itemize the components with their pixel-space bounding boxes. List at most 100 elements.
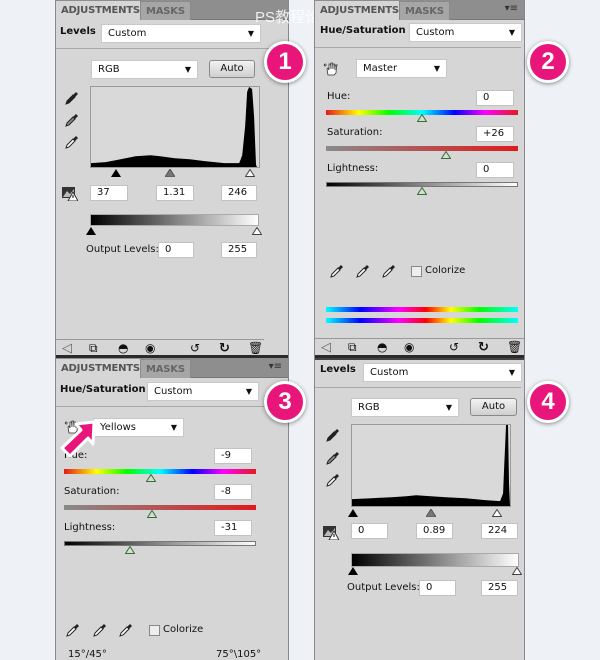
range-end-label: 75°\105° — [216, 649, 262, 660]
hue-field[interactable]: 0 — [476, 90, 514, 106]
lightness-slider-thumb[interactable] — [125, 546, 135, 554]
eyedropper-gray-icon[interactable] — [65, 113, 79, 127]
input-black-field[interactable]: 37 — [90, 185, 128, 201]
eyedropper-subtract-icon[interactable] — [382, 264, 396, 278]
eyedropper-icon[interactable] — [330, 264, 344, 278]
channel-dropdown[interactable]: RGB ▼ — [351, 398, 459, 417]
output-gradient — [351, 553, 519, 567]
lightness-slider-thumb[interactable] — [417, 187, 427, 195]
panel-menu-icon[interactable]: ▾≡ — [269, 361, 282, 372]
saturation-slider-track[interactable] — [326, 146, 518, 151]
tab-adjustments[interactable]: ADJUSTMENTS — [315, 1, 404, 20]
eyedropper-gray-icon[interactable] — [326, 451, 340, 465]
preset-value: Custom — [416, 27, 455, 38]
clipping-warning-icon[interactable] — [323, 524, 339, 540]
input-black-field[interactable]: 0 — [351, 523, 388, 539]
input-black-point-slider[interactable] — [111, 169, 121, 177]
lightness-slider-track[interactable] — [64, 541, 256, 546]
back-arrow-icon[interactable]: ◁ — [62, 341, 72, 356]
visibility-eye-icon[interactable]: ◉ — [404, 340, 414, 354]
output-white-field[interactable]: 255 — [481, 580, 518, 596]
channel-dropdown[interactable]: RGB ▼ — [91, 60, 198, 79]
range-value: Master — [363, 63, 398, 74]
eyedropper-white-icon[interactable] — [65, 135, 79, 149]
input-gamma-slider[interactable] — [165, 169, 175, 177]
step-badge-1: 1 — [264, 41, 306, 83]
hue-slider-track[interactable] — [64, 469, 256, 474]
input-gamma-field[interactable]: 0.89 — [416, 523, 453, 539]
hue-saturation-panel-3: ADJUSTMENTS MASKS ▾≡ Hue/Saturation Cust… — [55, 358, 289, 660]
visibility-eye-icon[interactable]: ◉ — [145, 341, 155, 355]
eyedropper-add-icon[interactable] — [356, 264, 370, 278]
input-black-point-slider[interactable] — [348, 509, 358, 517]
reset-icon[interactable]: ↻ — [478, 340, 489, 355]
saturation-slider-thumb[interactable] — [147, 510, 157, 518]
saturation-field[interactable]: +26 — [476, 126, 514, 142]
view-previous-icon[interactable]: ◓ — [118, 341, 128, 355]
tab-masks[interactable]: MASKS — [140, 359, 191, 378]
hue-label: Hue: — [327, 91, 351, 102]
saturation-field[interactable]: -8 — [214, 484, 252, 500]
panel-menu-icon[interactable]: ▾≡ — [505, 3, 518, 14]
view-previous-icon[interactable]: ◓ — [377, 340, 387, 354]
input-white-point-slider[interactable] — [245, 169, 255, 177]
hue-slider-thumb[interactable] — [146, 474, 156, 482]
input-white-field[interactable]: 224 — [481, 523, 518, 539]
range-dropdown[interactable]: Yellows ▼ — [93, 418, 184, 437]
input-white-field[interactable]: 246 — [221, 185, 257, 201]
eyedropper-icon[interactable] — [66, 623, 80, 637]
delete-icon[interactable]: 🗑 — [507, 340, 522, 354]
input-gamma-slider[interactable] — [426, 509, 436, 517]
colorize-checkbox[interactable] — [149, 625, 160, 636]
eyedropper-white-icon[interactable] — [326, 473, 340, 487]
preset-dropdown[interactable]: Custom ▼ — [409, 23, 522, 42]
range-dropdown[interactable]: Master ▼ — [356, 59, 447, 78]
clip-to-layer-icon[interactable]: ⧉ — [348, 340, 357, 355]
hue-slider-thumb[interactable] — [417, 114, 427, 122]
input-white-point-slider[interactable] — [492, 509, 502, 517]
back-arrow-icon[interactable]: ◁ — [321, 340, 331, 355]
preset-dropdown[interactable]: Custom ▼ — [363, 363, 522, 382]
tab-masks[interactable]: MASKS — [399, 1, 450, 20]
preset-dropdown[interactable]: Custom ▼ — [101, 24, 261, 43]
auto-button[interactable]: Auto — [209, 60, 255, 78]
auto-button[interactable]: Auto — [470, 398, 517, 416]
reset-icon[interactable]: ↻ — [219, 341, 230, 356]
clipping-warning-icon[interactable] — [62, 185, 78, 201]
eyedropper-black-icon[interactable] — [326, 428, 340, 442]
lightness-field[interactable]: 0 — [476, 162, 514, 178]
preset-value: Custom — [370, 367, 409, 378]
targeted-adjustment-hand-icon[interactable] — [323, 61, 339, 77]
output-black-slider[interactable] — [348, 567, 358, 575]
panel-tab-bar: ADJUSTMENTS MASKS — [56, 0, 288, 20]
eyedropper-black-icon[interactable] — [65, 91, 79, 105]
lightness-label: Lightness: — [64, 522, 116, 533]
preset-dropdown[interactable]: Custom ▼ — [147, 382, 259, 401]
saturation-label: Saturation: — [327, 127, 383, 138]
tab-masks[interactable]: MASKS — [140, 1, 191, 20]
output-white-slider[interactable] — [252, 227, 262, 235]
lightness-field[interactable]: -31 — [214, 520, 252, 536]
clip-to-layer-icon[interactable]: ⧉ — [89, 341, 98, 356]
output-black-field[interactable]: 0 — [419, 580, 456, 596]
output-black-slider[interactable] — [86, 227, 96, 235]
tab-adjustments[interactable]: ADJUSTMENTS — [56, 359, 145, 378]
toggle-previous-state-icon[interactable]: ↺ — [449, 340, 459, 354]
output-white-field[interactable]: 255 — [221, 242, 257, 258]
adjustment-title: Levels — [320, 364, 356, 375]
toggle-previous-state-icon[interactable]: ↺ — [190, 341, 200, 355]
tab-adjustments[interactable]: ADJUSTMENTS — [56, 1, 145, 20]
hue-field[interactable]: -9 — [214, 448, 252, 464]
eyedropper-add-icon[interactable] — [93, 623, 107, 637]
eyedropper-subtract-icon[interactable] — [119, 623, 133, 637]
range-start-label: 15°/45° — [68, 649, 107, 660]
output-white-slider[interactable] — [512, 567, 522, 575]
colorize-checkbox[interactable] — [411, 266, 422, 277]
colorize-label: Colorize — [163, 624, 204, 635]
output-black-field[interactable]: 0 — [158, 242, 194, 258]
saturation-slider-track[interactable] — [64, 505, 256, 510]
input-gamma-field[interactable]: 1.31 — [156, 185, 194, 201]
saturation-slider-thumb[interactable] — [441, 151, 451, 159]
delete-icon[interactable]: 🗑 — [248, 341, 263, 355]
panel-top-edge — [315, 358, 524, 360]
